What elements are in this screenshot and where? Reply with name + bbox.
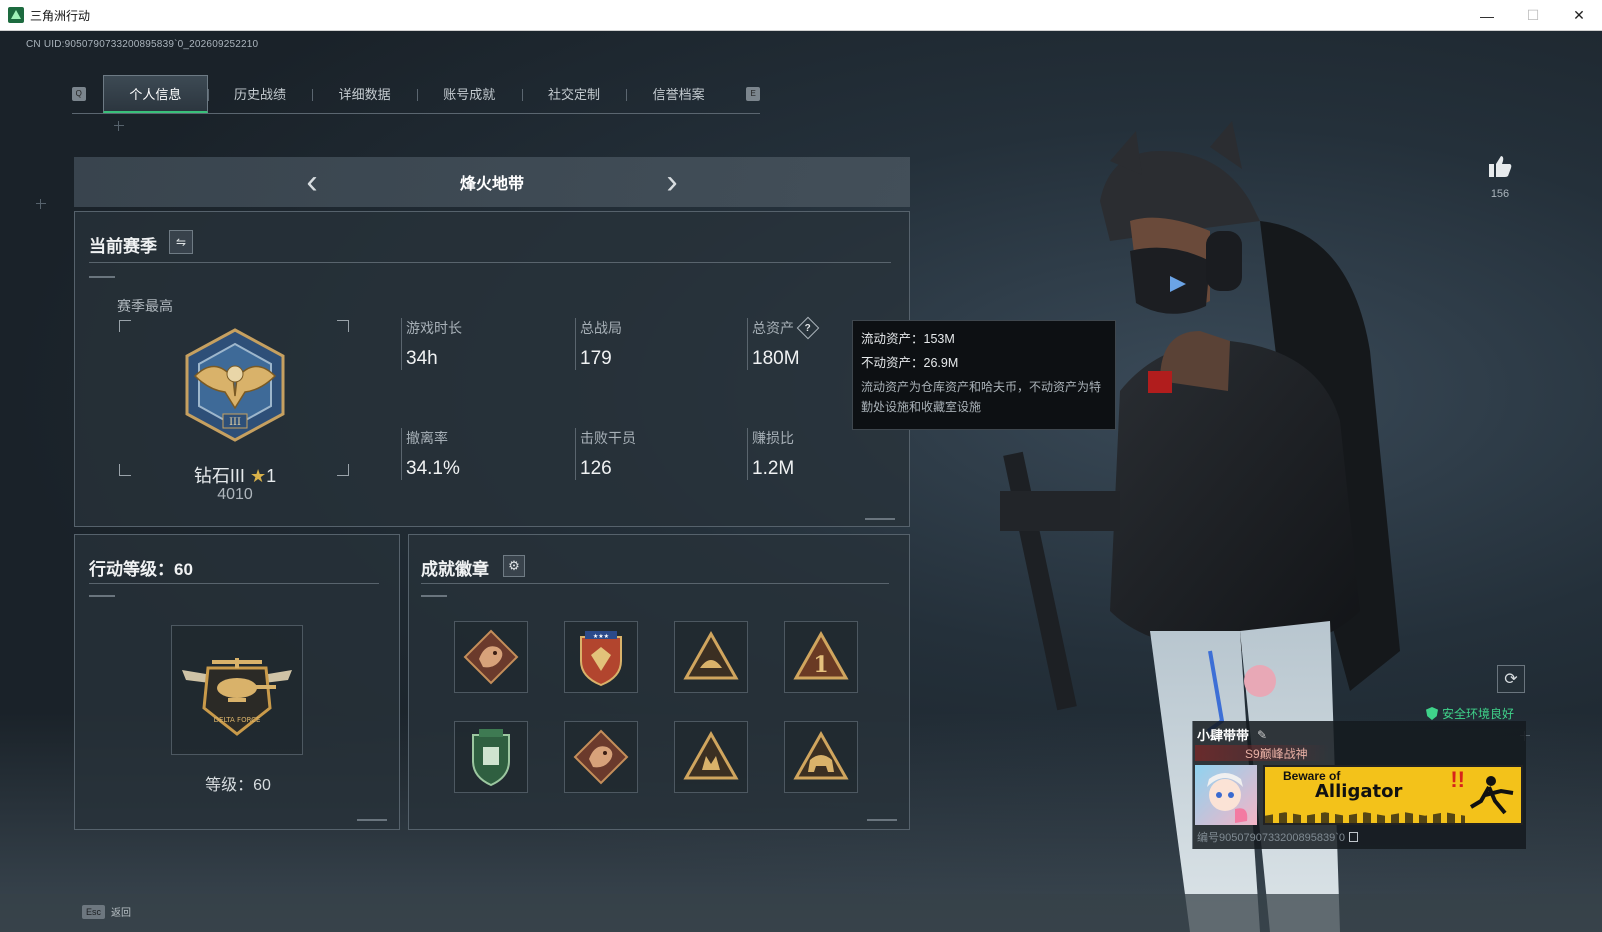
running-soldier-icon: [1469, 776, 1514, 815]
svg-text:1: 1: [813, 652, 828, 678]
divider: [89, 583, 379, 584]
stat-profit-loss-ratio: 赚损比 1.2M: [747, 428, 897, 480]
copy-icon[interactable]: [1349, 832, 1359, 842]
season-switch-button[interactable]: ⇋: [169, 230, 193, 254]
dragon-badge-2-icon[interactable]: [564, 721, 638, 793]
tab-personal-info[interactable]: 个人信息: [103, 74, 208, 113]
refresh-icon[interactable]: ⟳: [1497, 665, 1525, 693]
decor-dots: [89, 276, 115, 278]
player-avatar[interactable]: [1195, 765, 1257, 825]
achievement-badges-panel: 成就徽章 ⚙ ★★★ 1: [408, 534, 910, 830]
stat-extraction-rate: 撤离率 34.1%: [401, 428, 551, 480]
player-id: 编号9050790733200895839`0: [1197, 829, 1359, 845]
decor-dots: [421, 595, 447, 597]
season-best-label: 赛季最高: [117, 298, 173, 314]
elephant-pyramid-badge-icon[interactable]: [784, 721, 858, 793]
maximize-button[interactable]: ☐: [1510, 0, 1556, 31]
q-key-hint: Q: [72, 86, 86, 101]
current-season-panel: 当前赛季 ⇋ 赛季最高 III 钻石III ★1 4010 游戏时长 34h 总…: [74, 211, 910, 527]
action-level-panel: 行动等级：60 DELTA FORCE 等级：60: [74, 534, 400, 830]
thumbs-up-icon: [1489, 156, 1512, 177]
back-button[interactable]: Esc 返回: [82, 904, 131, 919]
window-titlebar: 三角洲行动 — ☐ ✕: [0, 0, 1602, 31]
level-value: 等级：60: [205, 777, 271, 794]
dragon-badge-icon[interactable]: [454, 621, 528, 693]
diamond-rank-emblem-icon: III: [185, 328, 285, 442]
number-one-badge-icon[interactable]: 1: [784, 621, 858, 693]
like-button[interactable]: 156: [1480, 153, 1520, 200]
tab-achievements[interactable]: 账号成就: [416, 75, 522, 113]
svg-text:III: III: [229, 417, 241, 428]
player-card: 小肆带带 ✎ S9巅峰战神 Beware of Alligator !! 编号9…: [1192, 721, 1526, 849]
svg-text:DELTA FORCE: DELTA FORCE: [214, 716, 261, 724]
shield-icon: [1426, 707, 1438, 720]
level-emblem-frame: DELTA FORCE: [171, 625, 303, 755]
window-controls: — ☐ ✕: [1464, 0, 1602, 31]
frame-corner: [337, 320, 349, 332]
tab-credit-record[interactable]: 信誉档案: [626, 75, 731, 113]
rank-name: 钻石III ★1: [193, 466, 277, 486]
prev-map-button[interactable]: ‹: [292, 165, 332, 199]
decor-dots: [867, 819, 897, 821]
frame-corner: [119, 464, 131, 476]
tab-history[interactable]: 历史战绩: [207, 75, 313, 113]
frame-corner: [337, 464, 349, 476]
like-count: 156: [1490, 188, 1510, 200]
decor-dots: [89, 595, 115, 597]
uid-watermark: CN UID:9050790733200895839`0_20260925221…: [26, 39, 259, 50]
app-icon: [8, 7, 24, 23]
rank-star-icon: ★: [249, 466, 267, 486]
divider: [421, 583, 889, 584]
minimize-button[interactable]: —: [1464, 0, 1510, 31]
decor-dots: [357, 819, 387, 821]
pyramid-badge-icon[interactable]: [674, 621, 748, 693]
player-title-badge: S9巅峰战神: [1195, 745, 1329, 761]
safe-environment-status: 安全环境良好: [1426, 705, 1514, 722]
hud-cross-icon: [114, 121, 124, 131]
next-map-button[interactable]: ›: [652, 165, 692, 199]
tab-bar: Q 个人信息 历史战绩 详细数据 账号成就 社交定制 信誉档案 E: [72, 74, 760, 114]
svg-text:★★★: ★★★: [593, 633, 609, 640]
helicopter-emblem-icon: DELTA FORCE: [182, 658, 292, 736]
game-screen: CN UID:9050790733200895839`0_20260925221…: [0, 31, 1602, 932]
hud-cross-icon: [36, 199, 46, 209]
close-button[interactable]: ✕: [1556, 0, 1602, 31]
e-key-hint: E: [746, 86, 760, 101]
stat-play-time: 游戏时长 34h: [401, 318, 551, 370]
esc-key-hint: Esc: [82, 904, 106, 919]
decor-dots: [865, 518, 895, 520]
help-icon[interactable]: ?: [796, 316, 820, 340]
tab-social-custom[interactable]: 社交定制: [521, 75, 627, 113]
green-shield-badge-icon[interactable]: [454, 721, 528, 793]
window-title: 三角洲行动: [30, 8, 91, 23]
badges-title: 成就徽章: [421, 560, 489, 579]
player-name: 小肆带带 ✎: [1197, 727, 1268, 744]
frame-corner: [119, 320, 131, 332]
eagle-shield-badge-icon[interactable]: ★★★: [564, 621, 638, 693]
beware-alligator-banner: Beware of Alligator !!: [1263, 765, 1523, 825]
divider: [89, 262, 891, 263]
edit-name-icon[interactable]: ✎: [1257, 728, 1267, 742]
level-title: 行动等级：60: [89, 560, 193, 579]
stat-operators-defeated: 击败干员 126: [575, 428, 725, 480]
season-title: 当前赛季: [89, 237, 157, 256]
bottom-bar: Esc 返回: [0, 894, 1602, 932]
rank-score: 4010: [217, 486, 253, 503]
tab-detailed-data[interactable]: 详细数据: [312, 75, 417, 113]
map-selector: ‹ 烽火地带 ›: [74, 157, 910, 207]
badge-settings-gear-icon[interactable]: ⚙: [503, 555, 525, 577]
hands-pyramid-badge-icon[interactable]: [674, 721, 748, 793]
stat-total-matches: 总战局 179: [575, 318, 725, 370]
map-name: 烽火地带: [459, 176, 524, 193]
